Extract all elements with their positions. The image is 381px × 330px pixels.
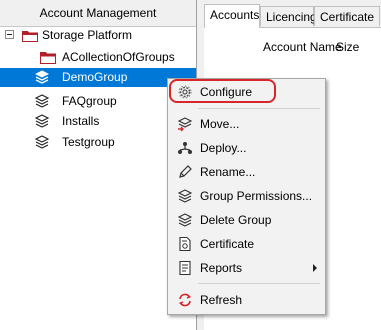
menu-item-certificate[interactable]: Certificate [170,233,323,255]
column-header-size[interactable]: Size [336,40,359,54]
folder-icon [40,52,56,64]
refresh-icon [178,293,192,307]
tree-item-label: FAQgroup [62,94,117,108]
menu-item-refresh[interactable]: Refresh [170,289,323,311]
certificate-icon [179,236,191,252]
tree-item-label: Installs [62,114,100,128]
folder-icon [22,31,38,42]
rename-icon [179,165,192,178]
permissions-icon [177,189,193,203]
menu-item-move[interactable]: Move... [170,113,323,135]
stack-icon [35,135,49,149]
tab-licencing[interactable]: Licencing [260,6,317,26]
move-icon [177,117,193,132]
stack-icon [35,114,49,128]
menu-separator [198,108,320,109]
tree-item-acollectionofgroups[interactable]: ACollectionOfGroups [0,48,196,67]
column-header-account-name[interactable]: Account Name [263,40,342,54]
tree-item-label: DemoGroup [62,70,128,84]
collapse-toggle-icon[interactable] [5,30,14,39]
reports-icon [179,260,191,276]
menu-item-reports[interactable]: Reports [170,257,323,279]
menu-item-label: Certificate [200,237,255,251]
stack-icon [35,94,49,108]
tree-item-label: ACollectionOfGroups [62,50,175,64]
menu-item-label: Rename... [200,165,256,179]
menu-item-label: Move... [200,117,240,131]
menu-separator [198,283,320,284]
submenu-arrow-icon [313,264,317,272]
menu-item-rename[interactable]: Rename... [170,161,323,183]
account-management-header: Account Management [0,0,196,27]
tab-accounts[interactable]: Accounts [204,4,260,28]
tree-item-label: Testgroup [62,135,115,149]
menu-item-label: Refresh [200,293,243,307]
delete-group-icon [177,213,193,227]
menu-item-label: Reports [200,261,243,275]
menu-item-label: Delete Group [200,213,272,227]
menu-item-deploy[interactable]: Deploy... [170,137,323,159]
stack-icon [35,70,49,84]
tab-certificate[interactable]: Certificate [314,6,380,26]
tree-root-storage-platform[interactable]: Storage Platform [0,26,196,45]
deploy-icon [178,142,192,154]
menu-item-group-permissions[interactable]: Group Permissions... [170,185,323,207]
menu-item-delete-group[interactable]: Delete Group [170,209,323,231]
tree-root-label: Storage Platform [42,28,133,42]
menu-item-label: Deploy... [200,141,247,155]
configure-highlight-outline [169,79,276,103]
group-context-menu: Configure Move... Deploy... Rename... Gr… [167,78,326,315]
menu-item-label: Group Permissions... [200,189,313,203]
